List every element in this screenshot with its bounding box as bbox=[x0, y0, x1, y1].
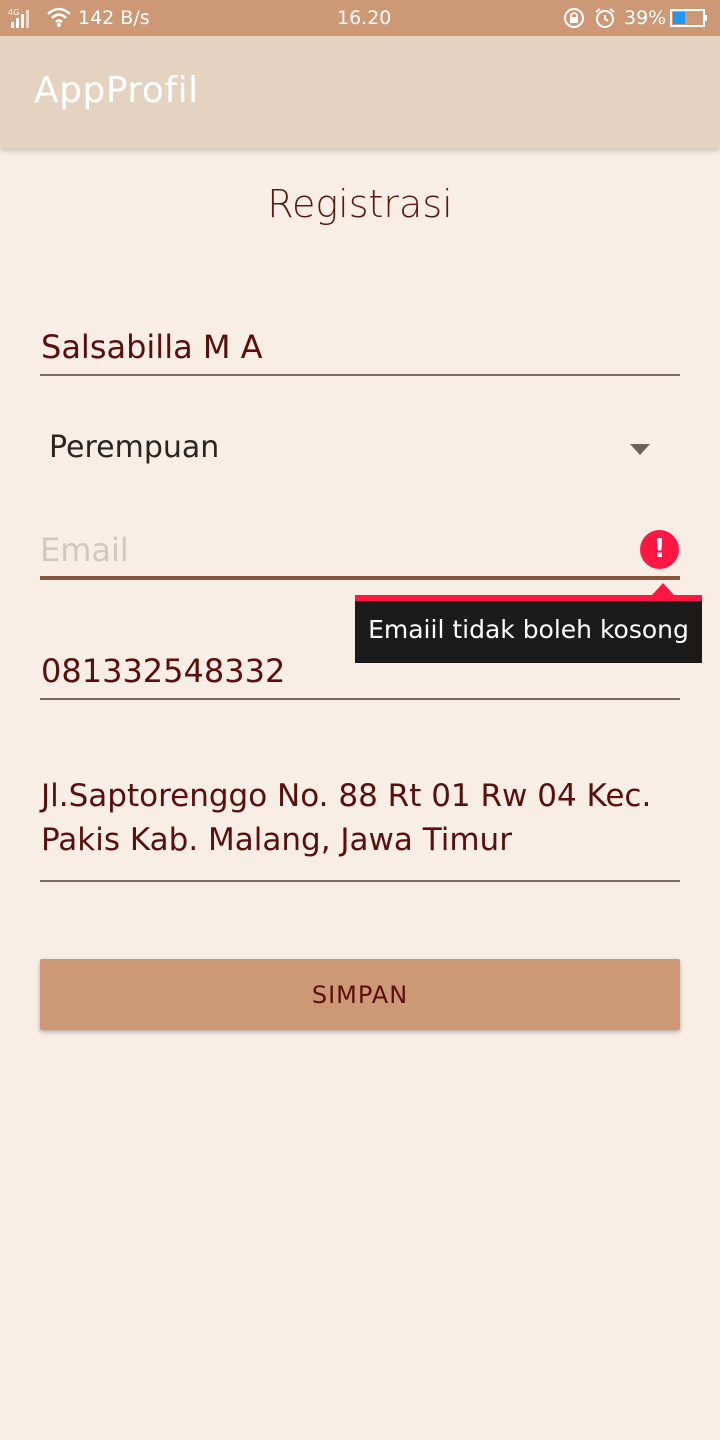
address-field-underline bbox=[40, 880, 680, 882]
save-button[interactable]: SIMPAN bbox=[40, 959, 680, 1030]
rotation-lock-icon bbox=[564, 8, 584, 28]
address-field[interactable]: Jl.Saptorenggo No. 88 Rt 01 Rw 04 Kec. P… bbox=[41, 774, 681, 862]
network-speed: 142 B/s bbox=[78, 7, 150, 29]
phone-field[interactable]: 081332548332 bbox=[41, 652, 285, 690]
app-title: AppProfil bbox=[34, 70, 199, 111]
dropdown-arrow-icon[interactable] bbox=[630, 444, 650, 455]
page-title: Registrasi bbox=[267, 182, 453, 226]
alarm-icon bbox=[595, 8, 615, 28]
tooltip-arrow bbox=[652, 583, 674, 595]
signal-icon: 4G bbox=[8, 8, 29, 28]
wifi-icon bbox=[47, 7, 71, 27]
clock-time: 16.20 bbox=[337, 7, 392, 29]
battery-percent: 39% bbox=[624, 7, 667, 29]
svg-text:4G: 4G bbox=[8, 8, 19, 17]
gender-dropdown[interactable]: Perempuan bbox=[49, 430, 219, 465]
battery-icon bbox=[670, 9, 707, 27]
phone-field-underline bbox=[40, 698, 680, 700]
email-error-message: Emaiil tidak boleh kosong bbox=[368, 615, 689, 644]
email-field[interactable] bbox=[40, 528, 630, 572]
app-bar: AppProfil bbox=[0, 36, 720, 148]
email-error-tooltip: Emaiil tidak boleh kosong bbox=[355, 595, 702, 663]
email-field-underline bbox=[40, 576, 680, 580]
status-bar: 4G 142 B/s 16.20 39% bbox=[0, 0, 720, 36]
name-field[interactable]: Salsabilla M A bbox=[41, 328, 263, 366]
error-icon[interactable]: ! bbox=[640, 530, 679, 569]
name-field-underline bbox=[40, 374, 680, 376]
